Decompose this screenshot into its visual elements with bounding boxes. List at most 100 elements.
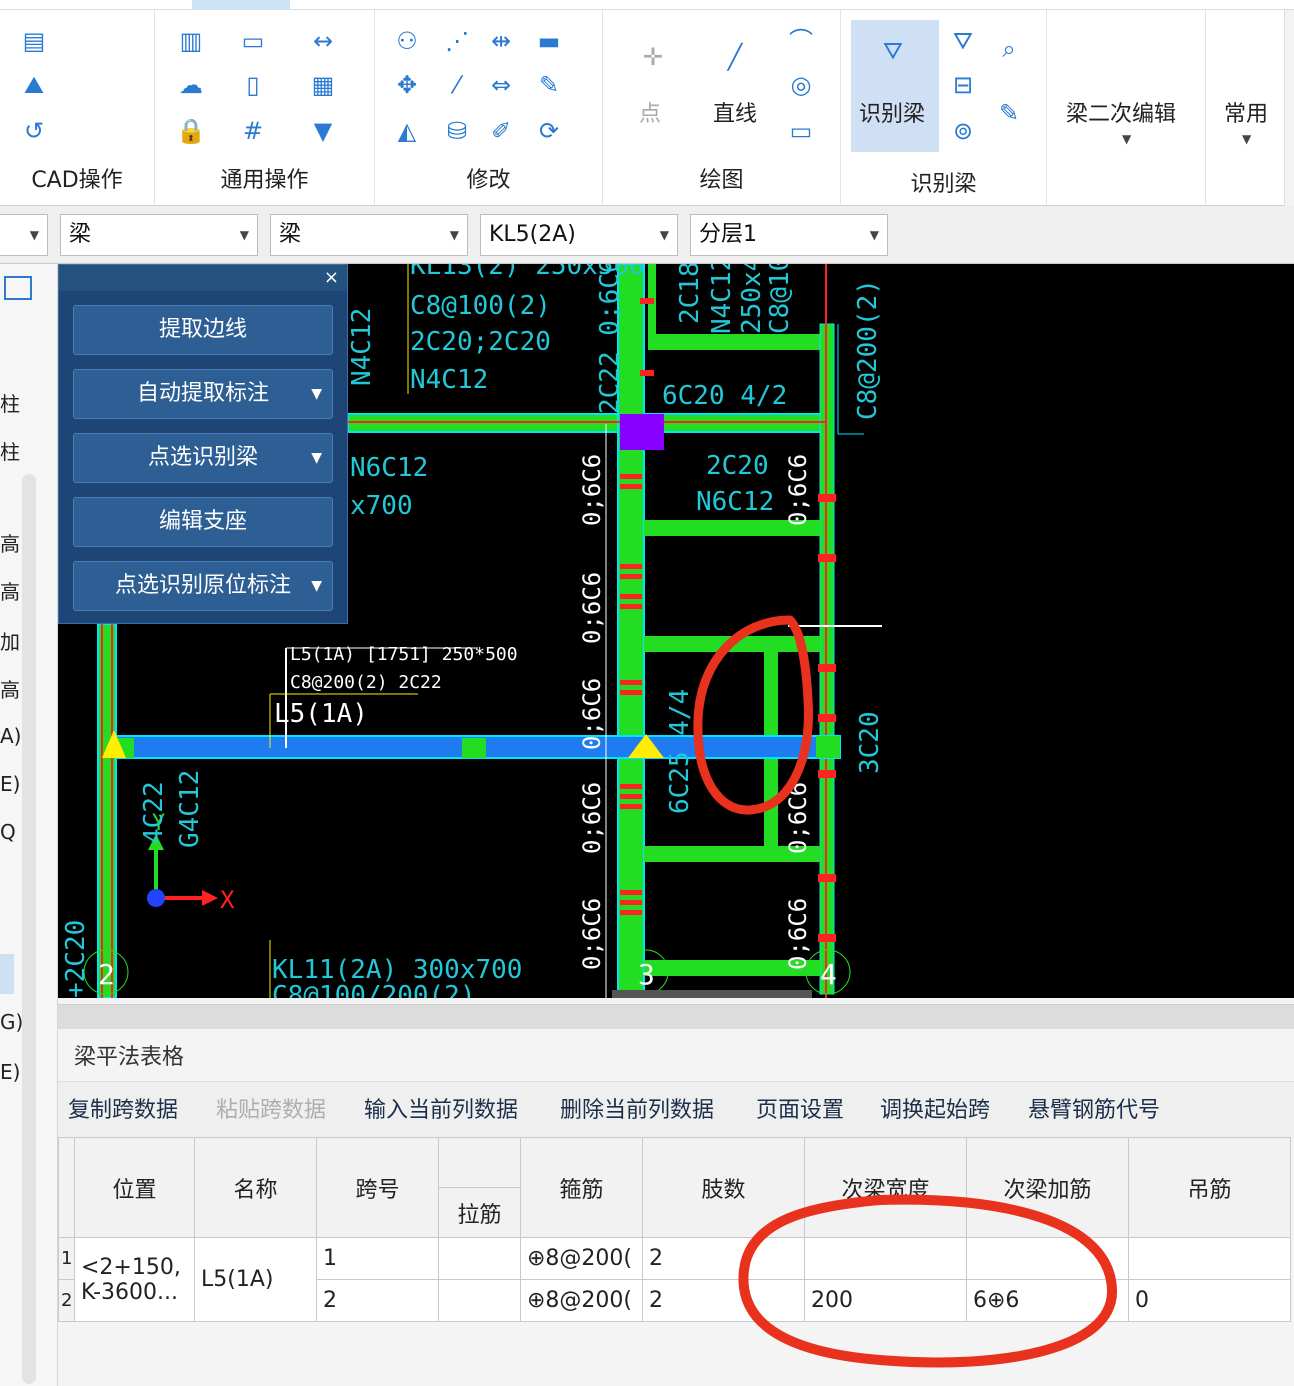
modify-label[interactable]: 修改 [375,162,602,194]
stamp-icon[interactable]: ⛁ [439,114,475,148]
offset-icon[interactable]: ▬ [531,24,567,58]
cell-secondary-rebar[interactable]: 6⊕6 [966,1279,1129,1322]
element-type-combo[interactable]: 梁 ▼ [60,214,258,256]
header-stirrup[interactable]: 箍筋 [520,1137,643,1238]
layer-icon[interactable]: ▭ [235,24,271,58]
auto-extract-annotation-button[interactable]: 自动提取标注 ▼ [73,369,333,419]
cell-legs[interactable]: 2 [642,1237,805,1280]
header-name[interactable]: 名称 [194,1137,317,1238]
point-icon[interactable]: ✛ [635,40,671,74]
floor-combo[interactable]: ▼ [0,214,48,256]
beam-secondary-edit-caret-icon[interactable]: ▼ [1122,132,1131,146]
nav-item[interactable]: 高 [0,528,20,557]
header-span[interactable]: 跨号 [316,1137,439,1238]
common-caret-icon[interactable]: ▼ [1242,132,1251,146]
column-icon[interactable]: ▯ [235,68,271,102]
element-name-combo[interactable]: KL5(2A) ▼ [480,214,678,256]
beam-filter-icon[interactable]: ⛛ [945,24,981,58]
nav-selected-item[interactable] [0,954,14,994]
canvas-resize-handle[interactable] [612,990,812,998]
identify-beam-button[interactable]: 识别梁 [859,96,925,128]
grid-icon[interactable]: # [235,114,271,148]
panel-header[interactable]: × [59,265,347,291]
cell-span[interactable]: 2 [316,1279,439,1322]
measure-icon[interactable]: ↔ [305,24,341,58]
copy-icon[interactable]: ⚇ [389,24,425,58]
split-icon[interactable]: ⇔ [483,68,519,102]
trim-icon[interactable]: ⁄ [439,68,475,102]
cell-stirrup[interactable]: ⊕8@200( [520,1237,643,1280]
extend-icon[interactable]: ⋰ [439,24,475,58]
extract-edge-button[interactable]: 提取边线 [73,305,333,355]
delete-column-data-button[interactable]: 删除当前列数据 [560,1092,714,1124]
swap-start-span-button[interactable]: 调换起始跨 [880,1092,990,1124]
general-operations-label[interactable]: 通用操作 [155,162,374,194]
copy-span-data-button[interactable]: 复制跨数据 [68,1092,178,1124]
panel-icon[interactable]: ▥ [173,24,209,58]
table-row[interactable]: 1 <2+150, K-3600... L5(1A) 1 ⊕8@200( 2 [58,1237,1291,1322]
table-icon[interactable]: ▦ [305,68,341,102]
rectangle-icon[interactable]: ▭ [783,114,819,148]
common-button[interactable]: 常用 [1224,96,1268,128]
nav-item[interactable]: Q [0,820,16,844]
beam-paint-icon[interactable]: ✎ [991,96,1027,130]
header-secondary-width[interactable]: 次梁宽度 [804,1137,967,1238]
cantilever-rebar-code-button[interactable]: 悬臂钢筋代号 [1028,1092,1160,1124]
beam-ref-icon[interactable]: ⊚ [945,114,981,148]
point-button[interactable]: 点 [639,96,661,128]
nav-panel-icon[interactable] [4,276,32,300]
mirror-icon[interactable]: ◭ [389,114,425,148]
cell-name[interactable]: L5(1A) [194,1237,317,1322]
lock-icon[interactable]: 🔒 [173,114,209,148]
beam-support-node[interactable] [816,736,840,758]
ribbon-active-tab[interactable] [192,0,290,10]
beam-support-node[interactable] [462,738,486,758]
beam-search-icon[interactable]: ⌕ [991,32,1027,66]
chevron-down-icon[interactable]: ▼ [311,370,322,418]
close-icon[interactable]: × [324,267,339,288]
cell-span[interactable]: 1 [316,1237,439,1280]
cad-operations-label[interactable]: CAD操作 [0,162,154,194]
cell-secondary-rebar[interactable] [966,1237,1129,1280]
input-column-data-button[interactable]: 输入当前列数据 [364,1092,518,1124]
page-setup-button[interactable]: 页面设置 [756,1092,844,1124]
identify-beam-icon[interactable]: ⛛ [875,34,911,68]
nav-item[interactable]: 高 [0,576,20,605]
edit-support-button[interactable]: 编辑支座 [73,497,333,547]
cell-secondary-width[interactable]: 200 [804,1279,967,1322]
beam-secondary-edit-button[interactable]: 梁二次编辑 [1066,96,1176,128]
cell-position[interactable]: <2+150, K-3600... [74,1237,195,1322]
paste-span-data-button[interactable]: 粘贴跨数据 [216,1092,326,1124]
cell-legs[interactable]: 2 [642,1279,805,1322]
edit-icon[interactable]: ✐ [483,114,519,148]
polyline-icon[interactable]: ⌒ [783,24,819,58]
move-icon[interactable]: ✥ [389,68,425,102]
line-icon[interactable]: ╱ [717,40,753,74]
header-hanger[interactable]: 吊筋 [1128,1137,1291,1238]
nav-item[interactable]: A) [0,724,21,748]
cad-rotate-icon[interactable]: ↺ [16,114,52,148]
brush-icon[interactable]: ✎ [531,68,567,102]
beam-vertical-2[interactable] [97,623,117,998]
nav-item[interactable]: E) [0,772,20,796]
cell-hanger[interactable]: 0 [1128,1279,1291,1322]
cell-tie[interactable] [438,1237,521,1280]
header-legs[interactable]: 肢数 [642,1137,805,1238]
panel-splitter[interactable] [58,1005,1294,1029]
cloud-icon[interactable]: ☁ [173,68,209,102]
rotate-icon[interactable]: ⟳ [531,114,567,148]
cell-tie[interactable] [438,1279,521,1322]
beam-support-icon[interactable]: ⊟ [945,68,981,102]
nav-item[interactable]: G) [0,1010,23,1034]
nav-item[interactable]: 柱 [0,436,20,465]
beam-horizontal-c[interactable] [644,636,820,652]
filter-icon[interactable]: ▼ [305,114,341,148]
column-marker[interactable] [620,414,664,450]
nav-item[interactable]: 高 [0,674,20,703]
chevron-down-icon[interactable]: ▼ [311,434,322,482]
cad-image-icon[interactable]: ⛰ [16,68,52,102]
beam-horizontal-a[interactable] [648,334,826,350]
click-identify-original-annotation-button[interactable]: 点选识别原位标注 ▼ [73,561,333,611]
align-icon[interactable]: ⇹ [483,24,519,58]
circle-icon[interactable]: ◎ [783,68,819,102]
